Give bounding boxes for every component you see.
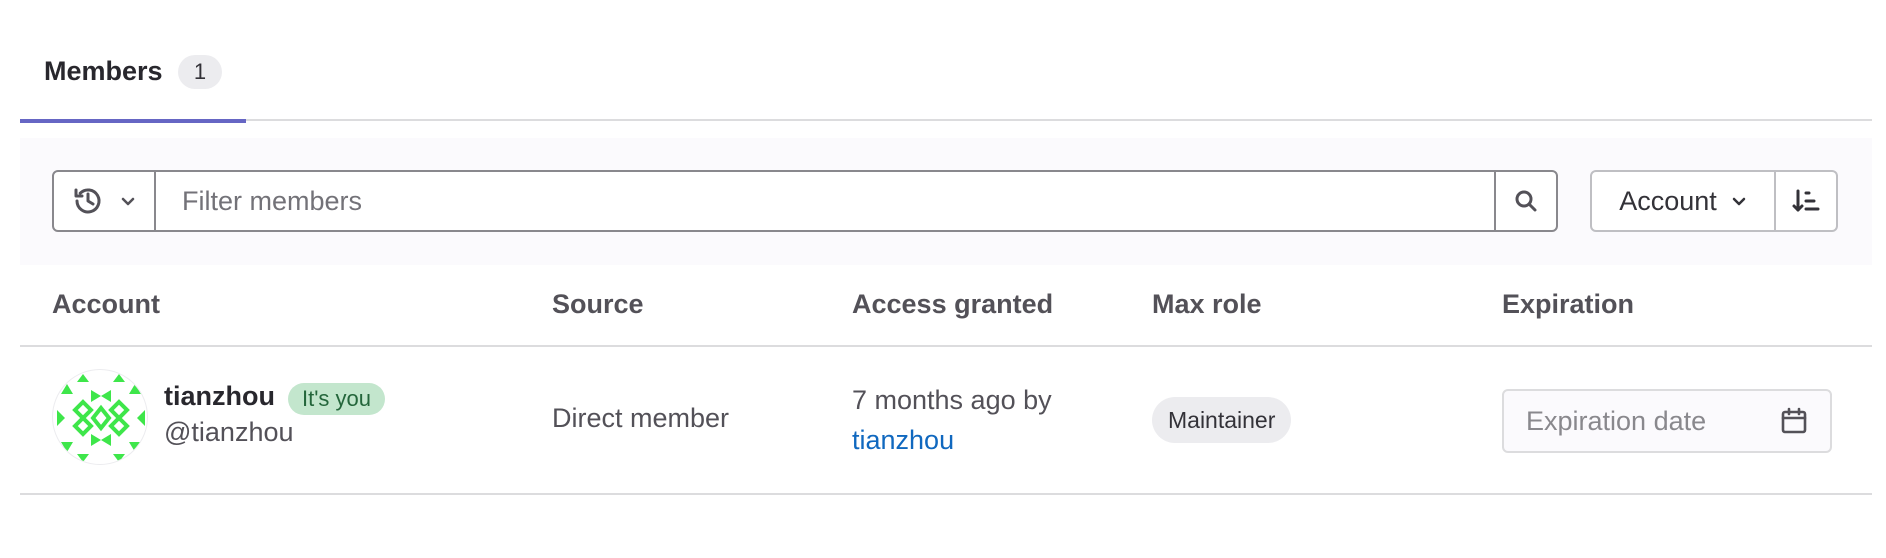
column-header-account: Account [52, 289, 160, 319]
table-row: tianzhou It's you @tianzhou Direct membe… [20, 347, 1872, 495]
chevron-down-icon [1731, 193, 1747, 209]
chevron-down-icon [120, 193, 136, 209]
members-table-header: Account Source Access granted Max role E… [20, 265, 1872, 347]
expiration-date-field[interactable]: Expiration date [1502, 389, 1832, 453]
column-header-expiration: Expiration [1502, 289, 1635, 319]
calendar-icon [1780, 407, 1808, 435]
sort-direction-button[interactable] [1776, 170, 1838, 232]
history-icon [72, 185, 104, 217]
its-you-badge: It's you [288, 383, 386, 415]
column-header-source: Source [552, 289, 644, 319]
filter-members-input[interactable] [156, 172, 1494, 230]
expiration-date-placeholder: Expiration date [1526, 405, 1707, 436]
column-header-access-granted: Access granted [852, 289, 1054, 319]
sort-lowest-icon [1791, 187, 1821, 215]
granted-by-link[interactable]: tianzhou [852, 425, 954, 456]
tab-members-label: Members [44, 56, 163, 86]
sort-by-label: Account [1619, 185, 1717, 216]
access-granted-text: 7 months ago by [852, 385, 1052, 415]
column-header-max-role: Max role [1152, 289, 1262, 319]
member-source: Direct member [552, 403, 730, 433]
members-page: Members 1 Filter members Account Account… [20, 0, 1872, 558]
sort-controls: Account [1590, 170, 1838, 232]
tab-bar: Members 1 [20, 0, 1872, 123]
sort-by-dropdown[interactable]: Account [1590, 170, 1776, 232]
avatar[interactable] [52, 369, 148, 465]
active-tab-indicator [20, 119, 246, 123]
filter-bar: Account [20, 138, 1872, 265]
recent-searches-button[interactable] [54, 172, 156, 230]
search-icon [1514, 189, 1538, 213]
member-name[interactable]: tianzhou [164, 381, 275, 412]
tab-members-count-badge: 1 [178, 55, 222, 89]
max-role-badge[interactable]: Maintainer [1152, 397, 1292, 443]
member-username: @tianzhou [164, 417, 294, 447]
search-button[interactable] [1494, 172, 1556, 230]
filtered-search [52, 170, 1558, 232]
tab-members[interactable]: Members 1 [20, 52, 246, 123]
